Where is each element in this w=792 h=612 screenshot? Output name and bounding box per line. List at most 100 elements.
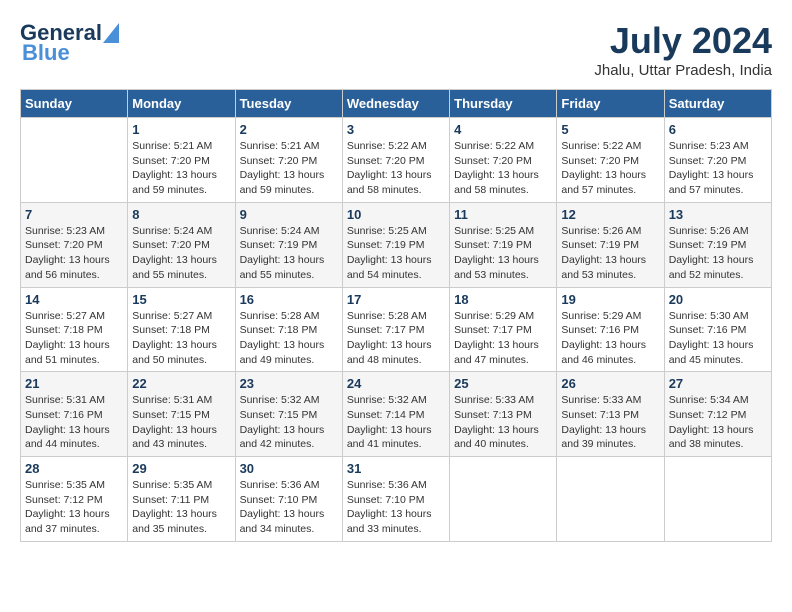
- day-number: 6: [669, 122, 767, 137]
- day-number: 3: [347, 122, 445, 137]
- day-number: 23: [240, 376, 338, 391]
- day-info: Sunrise: 5:26 AM Sunset: 7:19 PM Dayligh…: [561, 224, 659, 283]
- column-header-thursday: Thursday: [450, 90, 557, 118]
- day-number: 10: [347, 207, 445, 222]
- day-cell: 1 Sunrise: 5:21 AM Sunset: 7:20 PM Daylig…: [128, 118, 235, 203]
- day-info: Sunrise: 5:29 AM Sunset: 7:16 PM Dayligh…: [561, 309, 659, 368]
- day-info: Sunrise: 5:33 AM Sunset: 7:13 PM Dayligh…: [454, 393, 552, 452]
- day-info: Sunrise: 5:28 AM Sunset: 7:17 PM Dayligh…: [347, 309, 445, 368]
- day-number: 1: [132, 122, 230, 137]
- day-number: 21: [25, 376, 123, 391]
- day-cell: 5 Sunrise: 5:22 AM Sunset: 7:20 PM Daylig…: [557, 118, 664, 203]
- day-number: 14: [25, 292, 123, 307]
- day-info: Sunrise: 5:21 AM Sunset: 7:20 PM Dayligh…: [132, 139, 230, 198]
- day-number: 28: [25, 461, 123, 476]
- day-cell: 30 Sunrise: 5:36 AM Sunset: 7:10 PM Dayli…: [235, 457, 342, 542]
- day-cell: 12Sunrise: 5:26 AM Sunset: 7:19 PM Dayli…: [557, 202, 664, 287]
- day-cell: 17 Sunrise: 5:28 AM Sunset: 7:17 PM Dayli…: [342, 287, 449, 372]
- day-info: Sunrise: 5:22 AM Sunset: 7:20 PM Dayligh…: [561, 139, 659, 198]
- day-number: 13: [669, 207, 767, 222]
- day-info: Sunrise: 5:36 AM Sunset: 7:10 PM Dayligh…: [240, 478, 338, 537]
- day-number: 25: [454, 376, 552, 391]
- week-row-4: 21 Sunrise: 5:31 AM Sunset: 7:16 PM Dayli…: [21, 372, 772, 457]
- day-cell: 8Sunrise: 5:24 AM Sunset: 7:20 PM Daylig…: [128, 202, 235, 287]
- day-number: 31: [347, 461, 445, 476]
- day-number: 16: [240, 292, 338, 307]
- day-number: 22: [132, 376, 230, 391]
- day-info: Sunrise: 5:35 AM Sunset: 7:12 PM Dayligh…: [25, 478, 123, 537]
- column-header-wednesday: Wednesday: [342, 90, 449, 118]
- week-row-3: 14 Sunrise: 5:27 AM Sunset: 7:18 PM Dayli…: [21, 287, 772, 372]
- day-cell: 20Sunrise: 5:30 AM Sunset: 7:16 PM Dayli…: [664, 287, 771, 372]
- column-header-saturday: Saturday: [664, 90, 771, 118]
- day-info: Sunrise: 5:31 AM Sunset: 7:15 PM Dayligh…: [132, 393, 230, 452]
- day-number: 27: [669, 376, 767, 391]
- day-cell: 24Sunrise: 5:32 AM Sunset: 7:14 PM Dayli…: [342, 372, 449, 457]
- day-info: Sunrise: 5:29 AM Sunset: 7:17 PM Dayligh…: [454, 309, 552, 368]
- day-cell: 11 Sunrise: 5:25 AM Sunset: 7:19 PM Dayli…: [450, 202, 557, 287]
- day-cell: 10 Sunrise: 5:25 AM Sunset: 7:19 PM Dayli…: [342, 202, 449, 287]
- day-number: 11: [454, 207, 552, 222]
- day-cell: 18 Sunrise: 5:29 AM Sunset: 7:17 PM Dayli…: [450, 287, 557, 372]
- day-cell: 9 Sunrise: 5:24 AM Sunset: 7:19 PM Daylig…: [235, 202, 342, 287]
- logo-triangle-icon: [103, 23, 119, 43]
- day-cell: 13Sunrise: 5:26 AM Sunset: 7:19 PM Dayli…: [664, 202, 771, 287]
- day-cell: 22 Sunrise: 5:31 AM Sunset: 7:15 PM Dayli…: [128, 372, 235, 457]
- column-header-sunday: Sunday: [21, 90, 128, 118]
- day-info: Sunrise: 5:33 AM Sunset: 7:13 PM Dayligh…: [561, 393, 659, 452]
- day-number: 9: [240, 207, 338, 222]
- day-info: Sunrise: 5:21 AM Sunset: 7:20 PM Dayligh…: [240, 139, 338, 198]
- day-cell: 23 Sunrise: 5:32 AM Sunset: 7:15 PM Dayli…: [235, 372, 342, 457]
- header: General Blue July 2024 Jhalu, Uttar Prad…: [20, 20, 772, 79]
- day-number: 19: [561, 292, 659, 307]
- day-cell: 6Sunrise: 5:23 AM Sunset: 7:20 PM Daylig…: [664, 118, 771, 203]
- day-number: 29: [132, 461, 230, 476]
- week-row-2: 7Sunrise: 5:23 AM Sunset: 7:20 PM Daylig…: [21, 202, 772, 287]
- day-info: Sunrise: 5:30 AM Sunset: 7:16 PM Dayligh…: [669, 309, 767, 368]
- day-number: 2: [240, 122, 338, 137]
- day-info: Sunrise: 5:27 AM Sunset: 7:18 PM Dayligh…: [25, 309, 123, 368]
- location: Jhalu, Uttar Pradesh, India: [594, 62, 772, 79]
- day-cell: 19 Sunrise: 5:29 AM Sunset: 7:16 PM Dayli…: [557, 287, 664, 372]
- day-info: Sunrise: 5:25 AM Sunset: 7:19 PM Dayligh…: [454, 224, 552, 283]
- day-number: 24: [347, 376, 445, 391]
- column-header-monday: Monday: [128, 90, 235, 118]
- day-cell: 16 Sunrise: 5:28 AM Sunset: 7:18 PM Dayli…: [235, 287, 342, 372]
- month-year: July 2024: [594, 20, 772, 62]
- day-info: Sunrise: 5:24 AM Sunset: 7:19 PM Dayligh…: [240, 224, 338, 283]
- day-cell: [450, 457, 557, 542]
- day-info: Sunrise: 5:22 AM Sunset: 7:20 PM Dayligh…: [454, 139, 552, 198]
- day-cell: 14 Sunrise: 5:27 AM Sunset: 7:18 PM Dayli…: [21, 287, 128, 372]
- title-area: July 2024 Jhalu, Uttar Pradesh, India: [594, 20, 772, 79]
- day-number: 5: [561, 122, 659, 137]
- day-cell: 4Sunrise: 5:22 AM Sunset: 7:20 PM Daylig…: [450, 118, 557, 203]
- day-cell: 27 Sunrise: 5:34 AM Sunset: 7:12 PM Dayli…: [664, 372, 771, 457]
- day-info: Sunrise: 5:22 AM Sunset: 7:20 PM Dayligh…: [347, 139, 445, 198]
- day-cell: 21 Sunrise: 5:31 AM Sunset: 7:16 PM Dayli…: [21, 372, 128, 457]
- day-info: Sunrise: 5:35 AM Sunset: 7:11 PM Dayligh…: [132, 478, 230, 537]
- day-info: Sunrise: 5:34 AM Sunset: 7:12 PM Dayligh…: [669, 393, 767, 452]
- days-header-row: SundayMondayTuesdayWednesdayThursdayFrid…: [21, 90, 772, 118]
- day-info: Sunrise: 5:23 AM Sunset: 7:20 PM Dayligh…: [25, 224, 123, 283]
- logo: General Blue: [20, 20, 120, 66]
- day-cell: 28 Sunrise: 5:35 AM Sunset: 7:12 PM Dayli…: [21, 457, 128, 542]
- day-info: Sunrise: 5:27 AM Sunset: 7:18 PM Dayligh…: [132, 309, 230, 368]
- week-row-1: 1 Sunrise: 5:21 AM Sunset: 7:20 PM Daylig…: [21, 118, 772, 203]
- day-info: Sunrise: 5:36 AM Sunset: 7:10 PM Dayligh…: [347, 478, 445, 537]
- day-cell: 15 Sunrise: 5:27 AM Sunset: 7:18 PM Dayli…: [128, 287, 235, 372]
- day-info: Sunrise: 5:25 AM Sunset: 7:19 PM Dayligh…: [347, 224, 445, 283]
- day-cell: 7Sunrise: 5:23 AM Sunset: 7:20 PM Daylig…: [21, 202, 128, 287]
- day-info: Sunrise: 5:28 AM Sunset: 7:18 PM Dayligh…: [240, 309, 338, 368]
- day-number: 17: [347, 292, 445, 307]
- day-number: 15: [132, 292, 230, 307]
- day-info: Sunrise: 5:32 AM Sunset: 7:15 PM Dayligh…: [240, 393, 338, 452]
- day-number: 30: [240, 461, 338, 476]
- day-cell: [664, 457, 771, 542]
- day-cell: 3 Sunrise: 5:22 AM Sunset: 7:20 PM Daylig…: [342, 118, 449, 203]
- day-number: 18: [454, 292, 552, 307]
- day-cell: [21, 118, 128, 203]
- day-number: 26: [561, 376, 659, 391]
- day-info: Sunrise: 5:31 AM Sunset: 7:16 PM Dayligh…: [25, 393, 123, 452]
- day-cell: 26 Sunrise: 5:33 AM Sunset: 7:13 PM Dayli…: [557, 372, 664, 457]
- day-cell: [557, 457, 664, 542]
